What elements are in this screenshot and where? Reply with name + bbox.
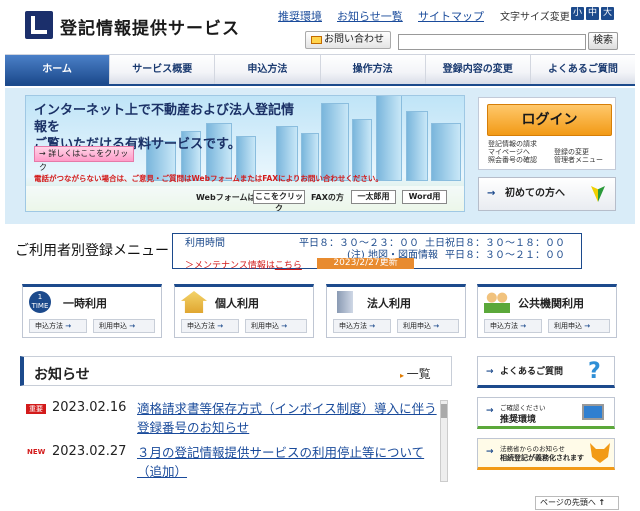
- clock-icon: 1 TIME: [29, 291, 51, 313]
- arrow-right-icon: →: [486, 367, 494, 377]
- card-apply-method-button[interactable]: 申込方法 →: [29, 319, 87, 333]
- search-input[interactable]: [398, 34, 586, 50]
- word-button[interactable]: Word用: [402, 190, 447, 204]
- font-size-medium-button[interactable]: 中: [586, 7, 599, 20]
- webform-click-button[interactable]: ここをクリック: [253, 190, 305, 211]
- site-logo-icon[interactable]: [25, 11, 53, 39]
- important-badge: 重要: [26, 404, 46, 414]
- house-icon: [181, 291, 207, 313]
- hero-warning: 電話がつながらない場合は、ご意見・ご質問はWebフォームまたはFAXによりお問い…: [34, 174, 383, 183]
- new-badge: NEW: [27, 448, 46, 456]
- nav-faq[interactable]: よくあるご質問: [531, 55, 635, 84]
- news-scrollbar-thumb[interactable]: [441, 404, 447, 418]
- fax-label: FAXの方: [311, 193, 344, 202]
- font-size-large-button[interactable]: 大: [601, 7, 614, 20]
- card-corporate: 法人利用 申込方法 → 利用申込 →: [326, 284, 466, 338]
- card-apply-method-button[interactable]: 申込方法 →: [181, 319, 239, 333]
- card-personal: 個人利用 申込方法 → 利用申込 →: [174, 284, 314, 338]
- maintenance-date: 2023/2/27更新: [317, 258, 414, 269]
- hero-banner: インターネット上で不動産および法人登記情報を ご覧いただける有料サービスです。 →…: [25, 95, 465, 212]
- arrow-right-icon: →: [486, 406, 494, 416]
- card-apply-method-button[interactable]: 申込方法 →: [484, 319, 542, 333]
- news-all-link[interactable]: ▸ 一覧: [400, 365, 431, 382]
- login-button[interactable]: ログイン: [487, 104, 612, 136]
- global-nav: ホーム サービス概要 申込方法 操作方法 登録内容の変更 よくあるご質問: [5, 54, 635, 86]
- nav-application[interactable]: 申込方法: [215, 55, 321, 84]
- link-sitemap[interactable]: サイトマップ: [418, 8, 484, 24]
- arrow-right-icon: →: [486, 447, 494, 457]
- inheritance-registration-banner[interactable]: → 法務省からのお知らせ 相続登記が義務化されます: [477, 438, 615, 470]
- card-apply-method-button[interactable]: 申込方法 →: [333, 319, 391, 333]
- card-apply-button[interactable]: 利用申込 →: [93, 319, 155, 333]
- question-icon: ?: [588, 359, 601, 384]
- site-title[interactable]: 登記情報提供サービス: [60, 14, 240, 39]
- news-date: 2023.02.16: [52, 400, 127, 415]
- maintenance-text: ＞メンテナンス情報はこちら: [185, 261, 302, 271]
- beginner-mark-icon: [591, 186, 605, 202]
- people-icon: [484, 291, 510, 313]
- card-apply-button[interactable]: 利用申込 →: [548, 319, 610, 333]
- login-item: 照会番号の確認: [488, 156, 537, 164]
- arrow-right-icon: →: [487, 188, 496, 199]
- page-top-button[interactable]: ページの先頭へ ↑: [535, 496, 619, 510]
- nav-home[interactable]: ホーム: [5, 55, 111, 84]
- font-size-small-button[interactable]: 小: [571, 7, 584, 20]
- card-public: 公共機関利用 申込方法 → 利用申込 →: [477, 284, 617, 338]
- nav-service-overview[interactable]: サービス概要: [110, 55, 216, 84]
- page: 登記情報提供サービス 推奨環境 お知らせ一覧 サイトマップ 文字サイズ変更 小 …: [0, 0, 640, 511]
- news-title: お知らせ: [34, 367, 90, 383]
- link-news-list[interactable]: お知らせ一覧: [337, 8, 403, 24]
- login-item: 管理者メニュー: [554, 156, 603, 164]
- contact-label: お問い合わせ: [324, 34, 384, 45]
- ichitaro-button[interactable]: 一太郎用: [351, 190, 396, 204]
- news-date: 2023.02.27: [52, 444, 127, 459]
- hero-detail-link[interactable]: → 詳しくはここをクリック: [34, 146, 134, 172]
- link-recommended-env[interactable]: 推奨環境: [278, 8, 322, 24]
- card-apply-button[interactable]: 利用申込 →: [245, 319, 307, 333]
- first-time-button[interactable]: → 初めての方へ: [478, 177, 616, 211]
- maintenance-link[interactable]: こちら: [275, 261, 302, 271]
- hours-box: 利用時間 平日８：３０～２３：００ 土日祝日８：３０～１８：００ (注) 地図・…: [172, 233, 582, 271]
- building-icon: [337, 291, 353, 313]
- menu-title: ご利用者別登録メニュー: [15, 243, 169, 259]
- webform-label: Webフォームは: [196, 193, 256, 202]
- card-temporary: 1 TIME 一時利用 申込方法 → 利用申込 →: [22, 284, 162, 338]
- contact-button[interactable]: お問い合わせ: [305, 31, 391, 49]
- arrow-up-icon: ↑: [598, 498, 606, 507]
- news-item-link[interactable]: ３月の登記情報提供サービスの利用停止等について （追加）: [137, 443, 437, 481]
- faq-button[interactable]: → よくあるご質問?: [477, 356, 615, 388]
- monitor-icon: [582, 404, 604, 420]
- news-item-link[interactable]: 適格請求書等保存方式（インボイス制度）導入に伴う 登録番号のお知らせ: [137, 399, 437, 437]
- nav-operation[interactable]: 操作方法: [321, 55, 426, 84]
- card-apply-button[interactable]: 利用申込 →: [397, 319, 459, 333]
- mail-icon: [311, 36, 322, 44]
- search-button[interactable]: 検索: [588, 32, 618, 50]
- nav-change-registration[interactable]: 登録内容の変更: [426, 55, 531, 84]
- font-size-label: 文字サイズ変更: [500, 12, 570, 23]
- recommended-env-button[interactable]: → ご確認ください 推奨環境: [477, 397, 615, 429]
